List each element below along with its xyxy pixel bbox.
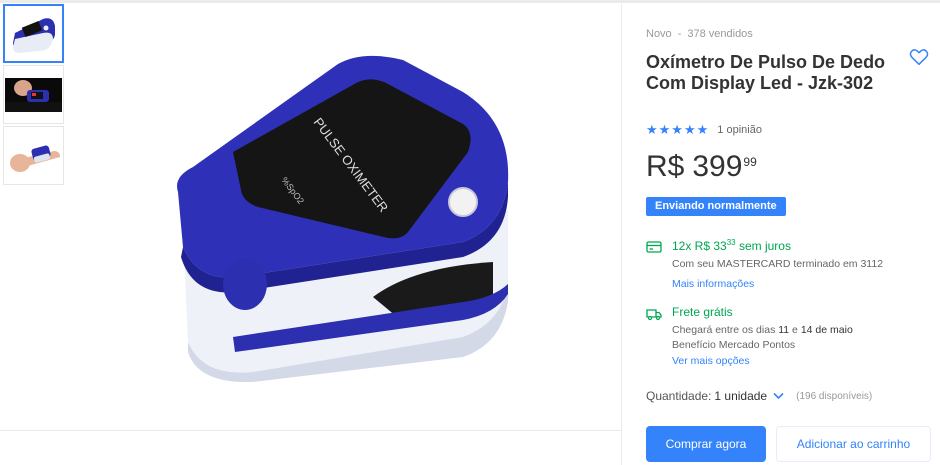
installments-cents: 33 (726, 238, 736, 247)
credit-card-icon (646, 241, 662, 253)
thumbnail-3[interactable] (3, 126, 64, 185)
installments-suffix: sem juros (735, 239, 791, 253)
product-title: Oxímetro De Pulso De Dedo Com Display Le… (646, 52, 886, 93)
more-info-link[interactable]: Mais informações (672, 278, 936, 290)
price-cents: 99 (743, 155, 757, 169)
sold-count: 378 vendidos (687, 28, 753, 40)
installments-prefix: 12x R$ 33 (672, 239, 727, 253)
thumbnail-2[interactable] (3, 65, 64, 124)
arrival-middle: e (789, 324, 801, 336)
review-count: 1 opinião (717, 124, 762, 136)
heart-icon (909, 49, 929, 66)
oximeter-in-hand-thumbnail-icon (5, 77, 62, 112)
arrival-text: Chegará entre os dias 11 e 14 de maio (672, 323, 936, 337)
installments-block: 12x R$ 3333 sem juros Com seu MASTERCARD… (646, 238, 936, 290)
arrival-prefix: Chegará entre os dias (672, 324, 779, 336)
oximeter-on-finger-thumbnail-icon (9, 145, 60, 172)
oximeter-thumbnail-icon (12, 17, 55, 53)
shipping-block: Frete grátis Chegará entre os dias 11 e … (646, 305, 936, 367)
condition-label: Novo (646, 28, 672, 40)
main-product-image[interactable]: PULSE OXIMETER %SpO2 (64, 4, 621, 430)
image-divider (0, 430, 621, 431)
meta-separator: - (677, 28, 682, 40)
card-info: Com seu MASTERCARD terminado em 3112 (672, 258, 884, 270)
arrival-day-to: 14 de maio (800, 324, 853, 336)
thumbnail-1[interactable] (3, 4, 64, 63)
more-options-link[interactable]: Ver mais opções (672, 355, 936, 367)
quantity-label: Quantidade: (646, 389, 712, 403)
available-count: (196 disponíveis) (796, 390, 873, 402)
price: R$ 399 99 (646, 150, 757, 184)
chevron-down-icon[interactable] (773, 392, 784, 400)
truck-icon (646, 309, 662, 321)
installments-text: 12x R$ 3333 sem juros (672, 238, 936, 253)
rating[interactable]: ★★★★★ 1 opinião (646, 122, 762, 138)
favorite-button[interactable] (908, 46, 930, 68)
add-to-cart-button[interactable]: Adicionar ao carrinho (776, 426, 931, 462)
price-currency: R$ (646, 150, 685, 183)
shipping-status-badge: Enviando normalmente (646, 197, 786, 216)
quantity-value[interactable]: 1 unidade (714, 389, 767, 403)
quantity-selector[interactable]: Quantidade: 1 unidade (196 disponíveis) (646, 389, 872, 403)
pulse-oximeter-image: PULSE OXIMETER %SpO2 (176, 55, 508, 382)
arrival-day-from: 11 (778, 324, 790, 336)
benefit-text: Benefício Mercado Pontos (672, 339, 796, 351)
product-meta: Novo -378 vendidos (646, 28, 753, 40)
top-border (0, 0, 940, 3)
free-shipping-title: Frete grátis (672, 305, 733, 319)
thumbnail-list (3, 4, 64, 187)
column-divider (621, 4, 622, 465)
star-rating-icon: ★★★★★ (646, 122, 710, 137)
buy-now-button[interactable]: Comprar agora (646, 426, 766, 462)
price-integer: 399 (692, 150, 743, 183)
product-page: PULSE OXIMETER %SpO2 Novo -378 vendidos O… (0, 0, 940, 465)
